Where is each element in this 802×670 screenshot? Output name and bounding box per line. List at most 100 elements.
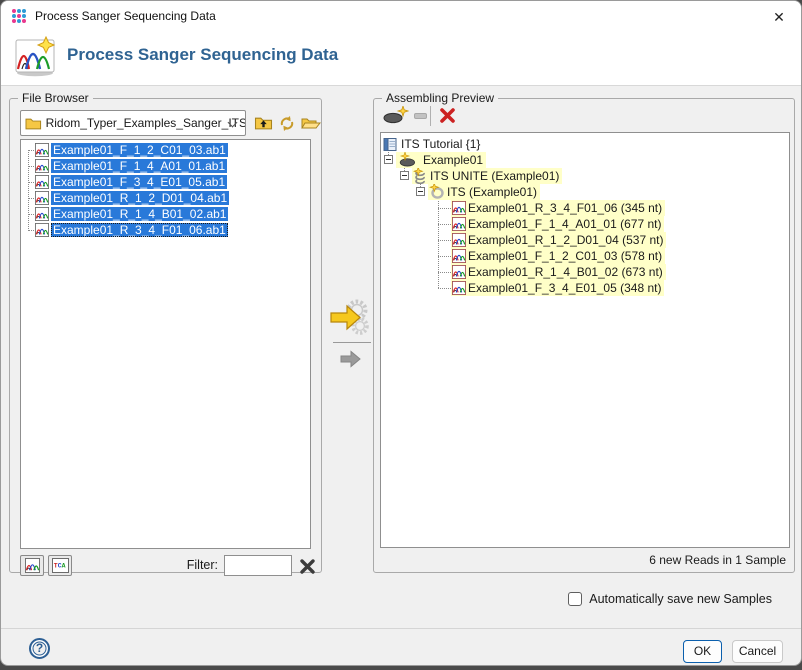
file-row[interactable]: Example01_R_3_4_F01_06.ab1 xyxy=(35,222,228,238)
folder-up-button[interactable] xyxy=(252,112,274,134)
tree-connector xyxy=(438,197,439,288)
tree-row-sample[interactable]: Example01 xyxy=(396,152,486,168)
read-chromatogram-icon xyxy=(452,265,466,279)
tree-row-read[interactable]: Example01_F_1_2_C01_03 (578 nt) xyxy=(451,248,665,264)
read-chromatogram-icon xyxy=(452,217,466,231)
folder-open-button[interactable] xyxy=(300,112,322,134)
filter-label: Filter: xyxy=(160,558,218,572)
process-arrow-gears-icon xyxy=(329,298,373,340)
view-chromatogram-toggle[interactable] xyxy=(20,555,44,576)
autosave-label: Automatically save new Samples xyxy=(589,592,772,606)
tree-row-scheme[interactable]: ITS UNITE (Example01) xyxy=(412,168,562,184)
add-sample-button[interactable] xyxy=(382,105,410,127)
tree-row-read[interactable]: Example01_F_1_4_A01_01 (677 nt) xyxy=(451,216,664,232)
file-row[interactable]: Example01_R_1_4_B01_02.ab1 xyxy=(35,206,228,222)
folder-icon xyxy=(25,116,42,131)
tree-connector xyxy=(438,272,451,273)
locus-ring-icon xyxy=(429,184,445,200)
cancel-button[interactable]: Cancel xyxy=(732,640,783,663)
tree-connector xyxy=(28,230,34,231)
assembling-preview-panel: Assembling Preview xyxy=(373,98,795,573)
tree-row-read[interactable]: Example01_F_3_4_E01_05 (348 nt) xyxy=(451,280,664,296)
autosave-checkbox[interactable] xyxy=(568,592,582,606)
refresh-button[interactable] xyxy=(276,112,298,134)
folder-open-icon xyxy=(301,116,321,131)
delete-button[interactable] xyxy=(437,104,457,126)
file-list[interactable]: Example01_F_1_2_C01_03.ab1 Example01_F_1… xyxy=(20,139,311,549)
folder-up-icon xyxy=(254,115,273,131)
remove-button[interactable] xyxy=(412,111,428,121)
tree-row-read[interactable]: Example01_R_3_4_F01_06 (345 nt) xyxy=(451,200,665,216)
tree-connector xyxy=(28,166,34,167)
window-titlebar: Process Sanger Sequencing Data ✕ xyxy=(1,1,801,31)
svg-text:TCA: TCA xyxy=(53,563,65,570)
refresh-icon xyxy=(278,115,296,132)
tree-connector xyxy=(28,198,34,199)
status-text: 6 new Reads in 1 Sample xyxy=(649,553,786,567)
file-browser-panel: File Browser Ridom_Typer_Examples_Sanger… xyxy=(9,98,322,573)
window-title: Process Sanger Sequencing Data xyxy=(35,9,216,23)
tree-connector xyxy=(28,150,29,231)
file-row[interactable]: Example01_F_1_2_C01_03.ab1 xyxy=(35,142,228,158)
tree-row-read[interactable]: Example01_R_1_2_D01_04 (537 nt) xyxy=(451,232,666,248)
add-sample-icon xyxy=(383,106,409,126)
clear-filter-button[interactable] xyxy=(296,555,318,577)
close-button[interactable]: ✕ xyxy=(767,5,791,29)
project-icon xyxy=(383,137,398,152)
add-to-preview-button[interactable] xyxy=(339,349,363,369)
preview-tree[interactable]: ITS Tutorial {1} Example01 xyxy=(380,132,790,548)
tree-row-read[interactable]: Example01_R_1_4_B01_02 (673 nt) xyxy=(451,264,666,280)
read-chromatogram-icon xyxy=(452,281,466,295)
directory-combobox[interactable]: Ridom_Typer_Examples_Sanger_ITS/ xyxy=(20,110,246,136)
tree-connector xyxy=(28,214,34,215)
directory-path: Ridom_Typer_Examples_Sanger_ITS/ xyxy=(46,116,245,130)
tree-connector xyxy=(438,288,451,289)
sample-icon xyxy=(397,152,421,168)
tree-connector xyxy=(438,256,451,257)
collapse-toggle[interactable] xyxy=(400,171,409,180)
chromatogram-file-icon xyxy=(35,159,49,173)
tree-connector xyxy=(438,240,451,241)
chromatogram-icon xyxy=(25,558,40,573)
help-button[interactable]: ? xyxy=(29,638,50,659)
sequence-text-icon: TCA xyxy=(52,558,69,573)
collapse-toggle[interactable] xyxy=(416,187,425,196)
read-chromatogram-icon xyxy=(452,233,466,247)
delete-x-icon xyxy=(439,107,456,124)
filter-input[interactable] xyxy=(224,555,292,576)
read-chromatogram-icon xyxy=(452,201,466,215)
process-sanger-dialog: Process Sanger Sequencing Data ✕ Process… xyxy=(0,0,802,666)
chromatogram-file-icon xyxy=(35,207,49,221)
tree-row-project[interactable]: ITS Tutorial {1} xyxy=(383,136,480,152)
clear-filter-x-icon xyxy=(299,558,316,575)
chromatogram-file-icon xyxy=(35,191,49,205)
tree-connector xyxy=(438,208,451,209)
file-row[interactable]: Example01_F_1_4_A01_01.ab1 xyxy=(35,158,227,174)
remove-icon xyxy=(414,113,427,119)
app-logo-icon xyxy=(11,8,27,24)
tree-connector xyxy=(438,224,451,225)
chromatogram-star-icon xyxy=(13,36,57,78)
assembling-preview-label: Assembling Preview xyxy=(382,91,498,105)
process-selected-button[interactable] xyxy=(329,298,373,340)
view-sequence-text-toggle[interactable]: TCA xyxy=(48,555,72,576)
autosave-option[interactable]: Automatically save new Samples xyxy=(568,592,772,606)
tree-connector xyxy=(28,182,34,183)
divider xyxy=(1,628,801,629)
file-row[interactable]: Example01_F_3_4_E01_05.ab1 xyxy=(35,174,227,190)
file-browser-label: File Browser xyxy=(18,91,93,105)
tree-row-locus[interactable]: ITS (Example01) xyxy=(428,184,540,200)
collapse-toggle[interactable] xyxy=(384,155,393,164)
ok-button[interactable]: OK xyxy=(683,640,722,663)
read-chromatogram-icon xyxy=(452,249,466,263)
file-row[interactable]: Example01_R_1_2_D01_04.ab1 xyxy=(35,190,229,206)
chromatogram-file-icon xyxy=(35,223,49,237)
chromatogram-file-icon xyxy=(35,143,49,157)
divider xyxy=(430,106,431,126)
divider xyxy=(333,342,371,343)
add-arrow-icon xyxy=(339,349,363,369)
chromatogram-file-icon xyxy=(35,175,49,189)
dialog-header: Process Sanger Sequencing Data xyxy=(1,31,801,86)
page-title: Process Sanger Sequencing Data xyxy=(67,45,338,65)
task-scheme-icon xyxy=(413,168,428,184)
